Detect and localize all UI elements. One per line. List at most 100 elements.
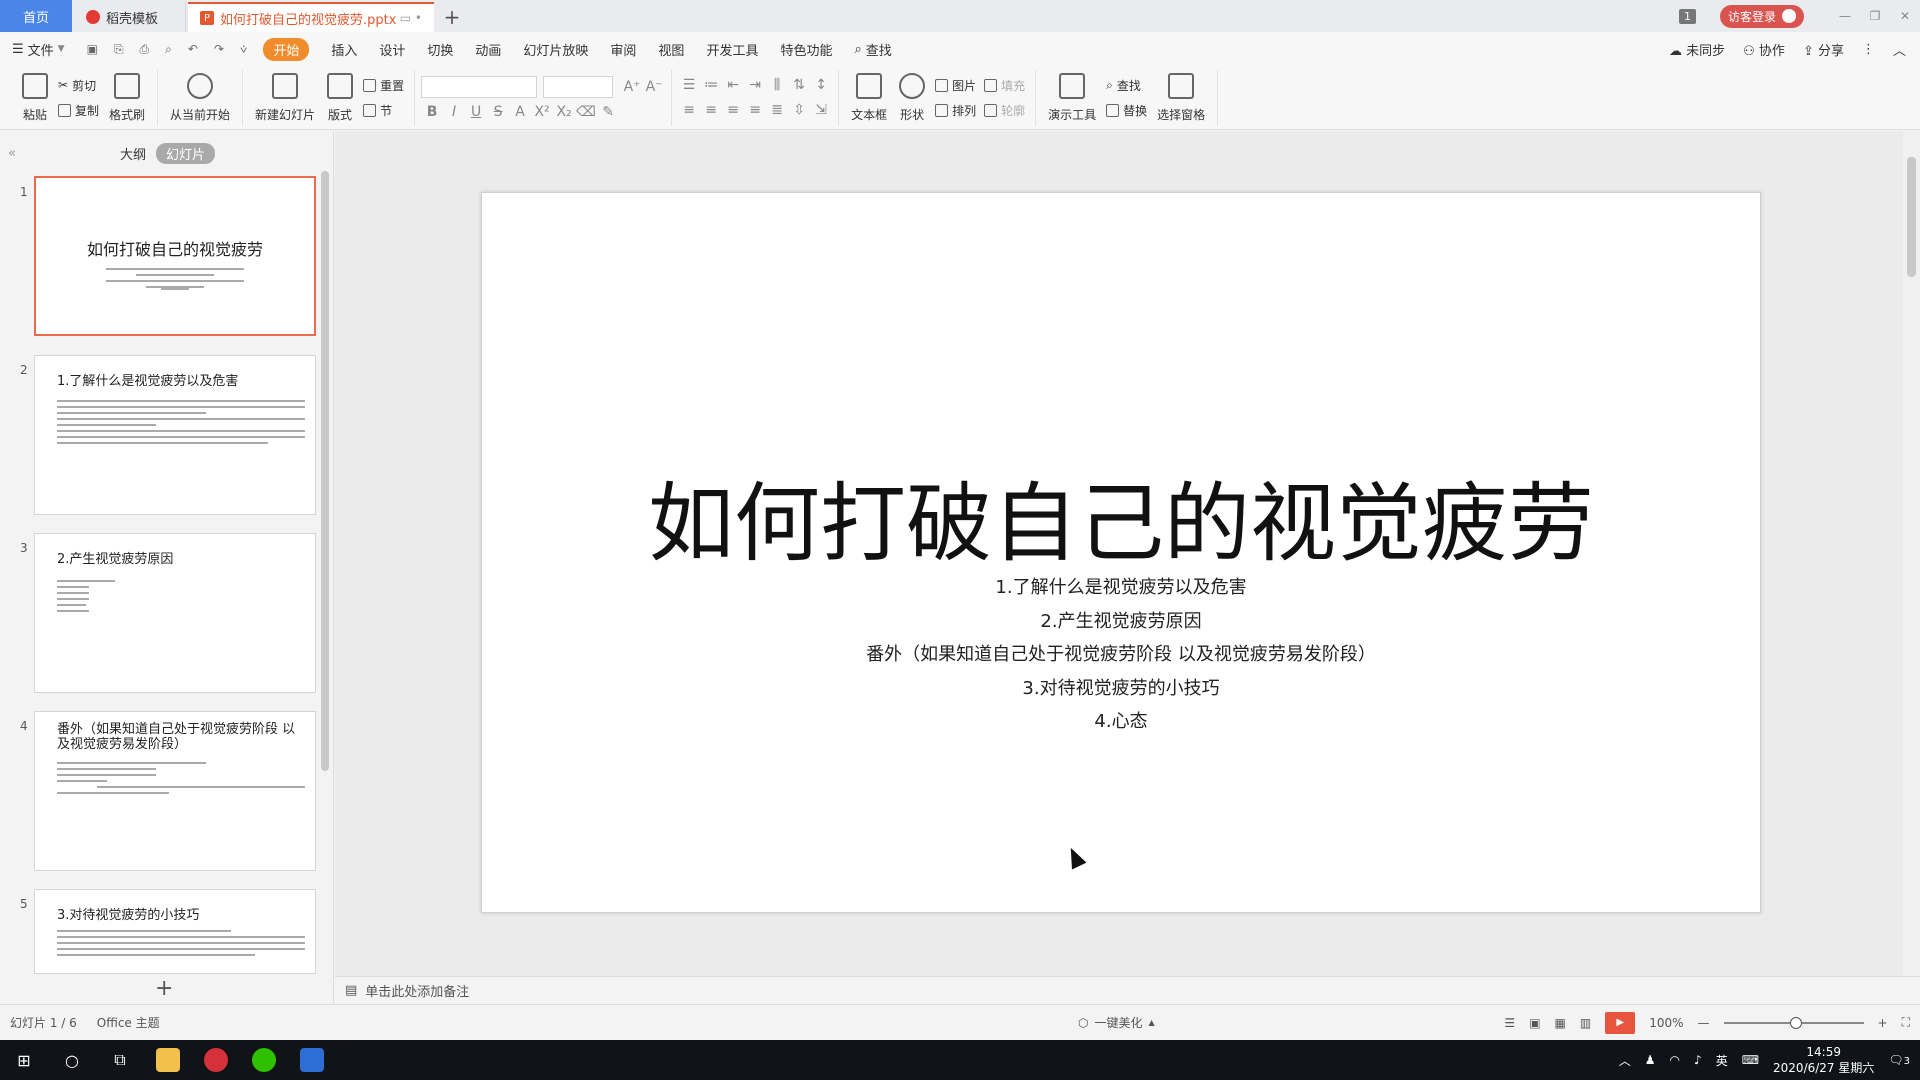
qq-tray-icon[interactable]: ♟ [1645,1053,1656,1067]
underline-icon[interactable]: U [465,104,487,120]
restore-icon[interactable]: ❐ [1860,9,1890,23]
system-clock[interactable]: 14:59 2020/6/27 星期六 [1773,1044,1874,1076]
volume-icon[interactable]: ♪ [1694,1053,1702,1067]
wifi-icon[interactable]: ◠ [1670,1053,1680,1067]
windows-start-icon[interactable]: ⊞ [0,1040,48,1080]
slide-thumbnail-3[interactable]: 2.产生视觉疲劳原因 [34,533,316,693]
fit-window-icon[interactable]: ⛶ [1902,1015,1910,1030]
justify-icon[interactable]: ≡ [744,102,766,118]
bold-icon[interactable]: B [421,104,443,120]
file-explorer-icon[interactable] [144,1040,192,1080]
picture-button[interactable]: 图片 [931,74,980,96]
slide-thumbnail-1[interactable]: 如何打破自己的视觉疲劳 [34,176,316,336]
wps-icon[interactable] [288,1040,336,1080]
align-right-icon[interactable]: ≡ [722,102,744,118]
collapse-panel-icon[interactable]: « [0,146,24,161]
notes-toggle-icon[interactable]: ☰ [1504,1016,1515,1030]
fill-button[interactable]: 填充 [980,74,1029,96]
menu-home[interactable]: 开始 [263,37,310,61]
find-button[interactable]: ⌕ 查找 [1102,74,1151,96]
normal-view-icon[interactable]: ▣ [1529,1016,1540,1030]
superscript-icon[interactable]: X² [531,104,553,120]
task-view-icon[interactable]: ⧉ [96,1040,144,1080]
keyboard-icon[interactable]: ⌨ [1742,1053,1759,1067]
beautify-button[interactable]: ⬡ 一键美化 ▲ [1078,1014,1155,1031]
layout-button[interactable]: 版式 [321,72,359,123]
minimize-icon[interactable]: — [1830,9,1860,23]
arrange-button[interactable]: 排列 [931,99,980,121]
current-slide[interactable]: 如何打破自己的视觉疲劳 1.了解什么是视觉疲劳以及危害 2.产生视觉疲劳原因 番… [481,192,1761,913]
menu-slideshow[interactable]: 幻灯片放映 [523,40,588,59]
menu-transition[interactable]: 切换 [427,40,453,59]
undo-icon[interactable]: ↶ [188,42,198,56]
slide-subtitle[interactable]: 1.了解什么是视觉疲劳以及危害 2.产生视觉疲劳原因 番外（如果知道自己处于视觉… [482,571,1760,739]
share-button[interactable]: ⇪ 分享 [1803,40,1844,59]
login-button[interactable]: 访客登录 [1719,4,1804,28]
tab-close-icon[interactable]: ▭ • [400,11,422,25]
selection-pane-button[interactable]: 选择窗格 [1151,72,1211,123]
search-circle-icon[interactable]: ○ [48,1040,96,1080]
panel-scrollbar[interactable] [321,171,329,771]
new-tab-button[interactable]: + [436,2,468,32]
menu-developer[interactable]: 开发工具 [706,40,758,59]
cut-button[interactable]: ✂ 剪切 [54,74,103,96]
slide-title[interactable]: 如何打破自己的视觉疲劳 [482,453,1760,578]
tab-outline[interactable]: 大纲 [120,144,146,163]
textbox-button[interactable]: 文本框 [845,72,893,123]
canvas-scroll-thumb[interactable] [1907,157,1916,277]
tab-home[interactable]: 首页 [0,0,72,32]
close-icon[interactable]: ✕ [1890,9,1920,23]
section-button[interactable]: 节 [359,99,408,121]
customize-icon[interactable]: ⩒ [240,42,247,57]
font-color-icon[interactable]: A [509,104,531,120]
tab-document[interactable]: P 如何打破自己的视觉疲劳.pptx ▭ • [188,2,434,32]
font-family-select[interactable] [421,75,538,98]
reset-button[interactable]: 重置 [359,74,408,96]
clear-format-icon[interactable]: ⌫ [575,104,597,120]
window-count-badge[interactable]: 1 [1678,8,1696,24]
distribute-icon[interactable]: ≣ [766,102,788,118]
canvas-scrollbar[interactable] [1903,131,1920,976]
slide-thumbnail-5[interactable]: 3.对待视觉疲劳的小技巧 [34,889,316,974]
save-icon[interactable]: ▣ [87,42,98,56]
format-painter-button[interactable]: 格式刷 [103,72,151,123]
notes-area[interactable]: ▤ 单击此处添加备注 [335,976,1920,1004]
theme-name[interactable]: Office 主题 [97,1014,160,1031]
menu-search[interactable]: ⌕ 查找 [854,40,891,59]
export-icon[interactable]: ⎘ [114,42,124,57]
text-direction-icon[interactable]: ⇅ [788,77,810,93]
redo-icon[interactable]: ↷ [214,42,224,56]
shrink-font-icon[interactable]: A⁻ [643,79,665,95]
replace-button[interactable]: 替换 [1102,99,1151,121]
menu-features[interactable]: 特色功能 [780,40,832,59]
paragraph-spacing-icon[interactable]: ⇳ [788,102,810,118]
slide-thumbnail-2[interactable]: 1.了解什么是视觉疲劳以及危害 [34,355,316,515]
ime-indicator[interactable]: 英 [1716,1052,1728,1069]
reading-view-icon[interactable]: ▥ [1580,1016,1591,1030]
netease-music-icon[interactable] [192,1040,240,1080]
collapse-ribbon-icon[interactable]: ︿ [1893,40,1906,59]
subscript-icon[interactable]: X₂ [553,104,575,120]
copy-button[interactable]: 复制 [54,99,103,121]
zoom-slider-knob[interactable] [1789,1016,1802,1029]
shape-button[interactable]: 形状 [893,72,931,123]
notification-icon[interactable]: 🗨3 [1888,1053,1910,1067]
align-left-icon[interactable]: ≡ [678,102,700,118]
tray-expand-icon[interactable]: ︿ [1619,1052,1631,1069]
paste-button[interactable]: 粘贴 [16,72,54,123]
wechat-icon[interactable] [240,1040,288,1080]
collab-button[interactable]: ⚇ 协作 [1743,40,1785,59]
tab-template[interactable]: 稻壳模板 [74,2,186,32]
line-spacing-icon[interactable]: ↕ [810,77,832,93]
zoom-out-icon[interactable]: — [1698,1016,1710,1030]
slide-thumbnail-4[interactable]: 番外（如果知道自己处于视觉疲劳阶段 以及视觉疲劳易发阶段） [34,711,316,871]
play-from-current-button[interactable]: 从当前开始 [164,72,236,123]
bullets-icon[interactable]: ☰ [678,77,700,93]
menu-review[interactable]: 审阅 [610,40,636,59]
zoom-in-icon[interactable]: + [1878,1016,1888,1030]
increase-indent-icon[interactable]: ⇥ [744,77,766,93]
menu-file[interactable]: ☰ 文件 ▼ [12,40,65,59]
align-center-icon[interactable]: ≡ [700,102,722,118]
tab-slides[interactable]: 幻灯片 [156,142,216,164]
new-slide-button[interactable]: 新建幻灯片 [249,72,321,123]
